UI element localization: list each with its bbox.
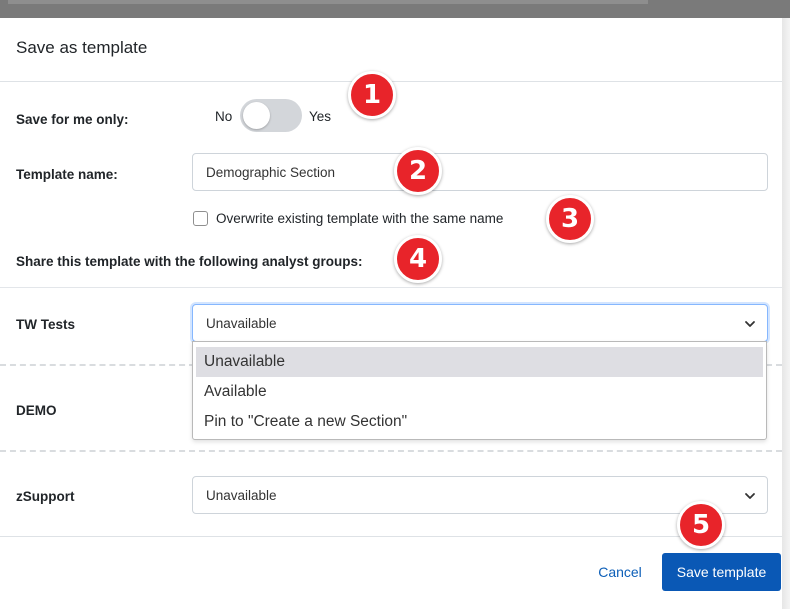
group-name-zsupport: zSupport [16,489,75,504]
template-name-label: Template name: [16,167,118,182]
share-groups-label: Share this template with the following a… [16,254,363,269]
group-name-demo: DEMO [16,403,57,418]
group-options-dropdown: Unavailable Available Pin to "Create a n… [192,341,767,440]
group-select-tw-tests[interactable]: Unavailable [192,304,768,342]
save-for-me-label: Save for me only: [16,112,129,127]
section-divider [0,287,782,288]
annotation-badge-1: 1 [348,71,396,119]
group-name-tw-tests: TW Tests [16,317,76,332]
page-backdrop [0,0,790,18]
chevron-down-icon [745,493,755,499]
annotation-badge-3: 3 [546,195,594,243]
annotation-badge-4: 4 [394,235,442,283]
row-separator [0,450,782,452]
save-template-button[interactable]: Save template [662,553,781,591]
cancel-button[interactable]: Cancel [590,552,650,592]
annotation-badge-2: 2 [394,147,442,195]
annotation-badge-5: 5 [677,501,725,549]
select-value: Unavailable [206,488,277,503]
toggle-off-label: No [215,109,233,124]
dialog-title: Save as template [16,38,148,57]
chevron-down-icon [745,321,755,327]
option-available[interactable]: Available [196,377,763,407]
overwrite-label: Overwrite existing template with the sam… [216,211,504,226]
footer-divider [0,536,782,537]
group-select-zsupport[interactable]: Unavailable [192,476,768,514]
dialog-header: Save as template [0,18,782,82]
modal-edge [782,18,790,609]
select-value: Unavailable [206,316,277,331]
overwrite-checkbox[interactable] [193,211,208,226]
save-for-me-toggle[interactable] [240,99,302,132]
toggle-knob [243,102,270,129]
toggle-on-label: Yes [309,109,332,124]
backdrop-content [8,0,648,4]
option-unavailable[interactable]: Unavailable [196,347,763,377]
option-pin-create-section[interactable]: Pin to "Create a new Section" [196,407,763,437]
template-name-input[interactable] [192,153,768,191]
